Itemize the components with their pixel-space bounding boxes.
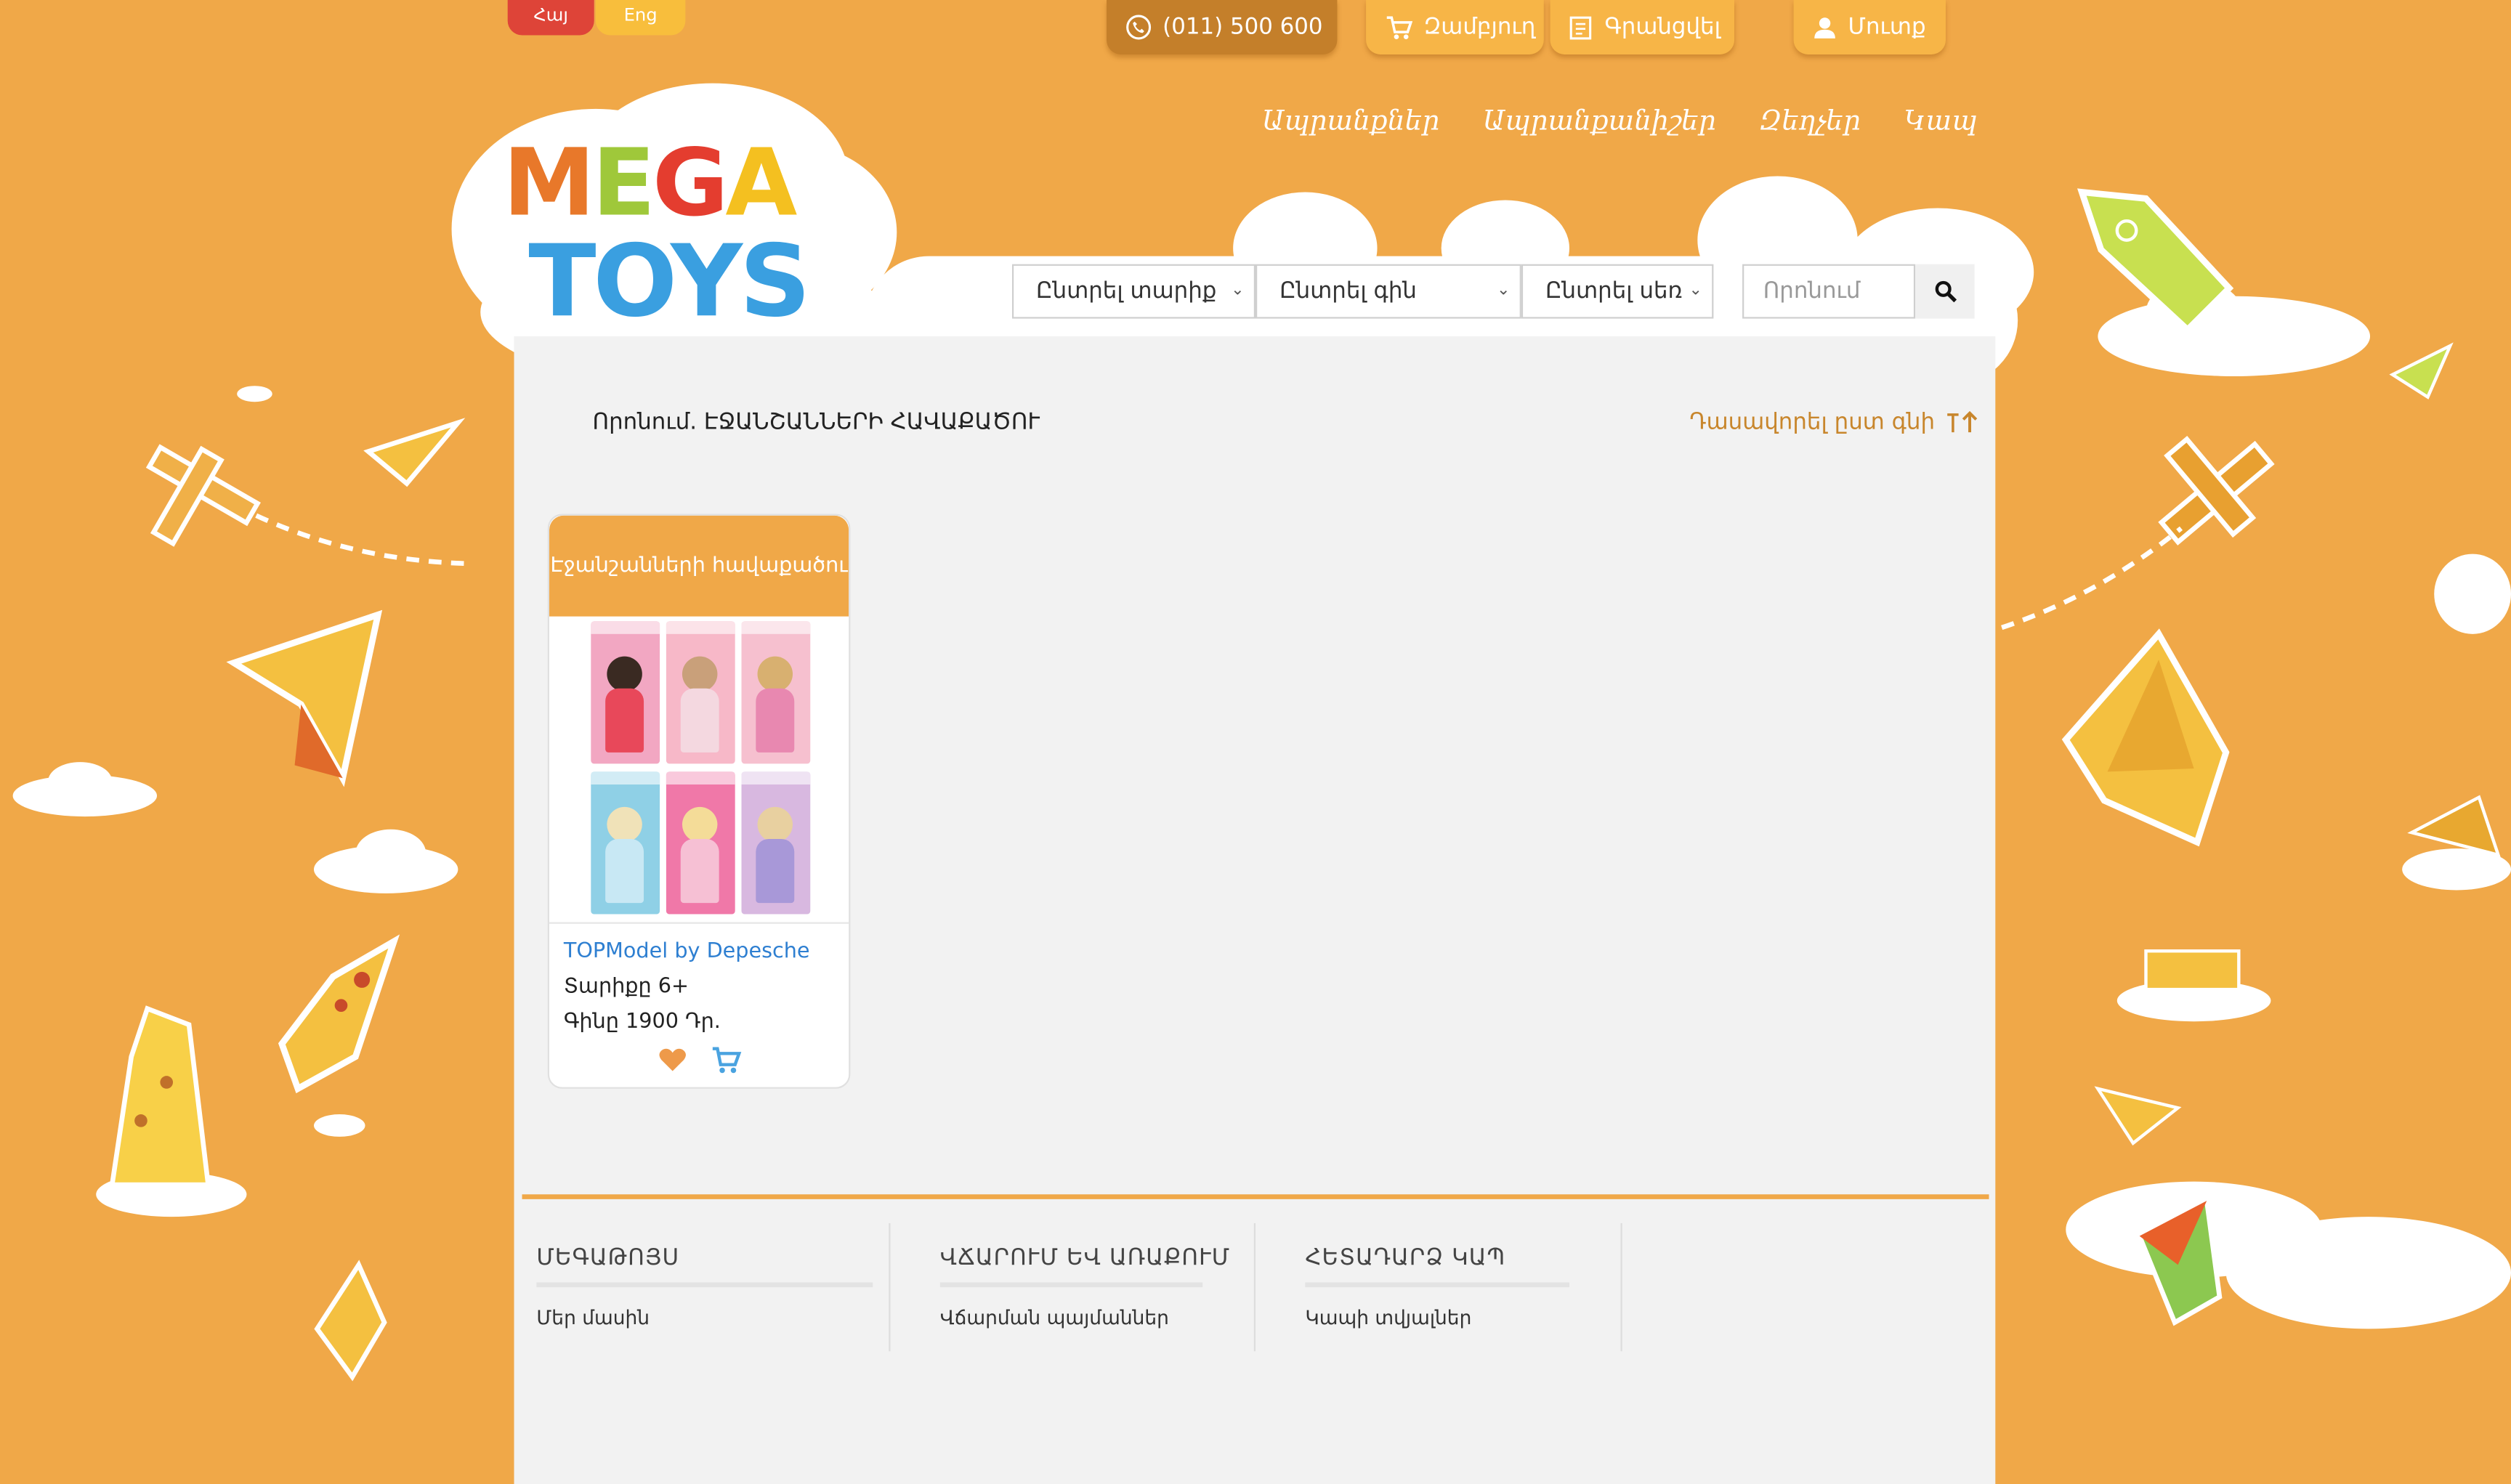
phone-icon: [1126, 15, 1152, 40]
sort-icon: [1947, 410, 1978, 433]
sort-label: Դասավորել ըստ գնի: [1689, 410, 1936, 436]
footer-link-contact-info[interactable]: Կապի տվյալներ: [1305, 1307, 1471, 1329]
lang-en-button[interactable]: Eng: [595, 0, 686, 36]
price-select[interactable]: Ընտրել գին ⌄: [1256, 264, 1521, 319]
search-input[interactable]: Որոնում: [1742, 264, 1916, 319]
page-title: Որոնում. ԷՋԱՆՇԱՆՆԵՐԻ ՀԱՎԱՔԱԾՈՒ: [592, 410, 1040, 436]
footer-link-about[interactable]: Մեր մասին: [536, 1307, 650, 1329]
green-rocket-icon: [2077, 188, 2234, 335]
airplane-right-icon: [2001, 436, 2275, 631]
cart-icon: [1386, 15, 1413, 38]
train-icon: [2144, 949, 2241, 992]
sort-by-price-button[interactable]: Դասավորել ըստ գնի: [1689, 410, 1979, 436]
chevron-down-icon: ⌄: [1496, 281, 1511, 300]
product-brand[interactable]: TOPModel by Depesche: [564, 940, 810, 964]
search-button[interactable]: [1915, 264, 1975, 319]
footer-col-divider: [1253, 1223, 1256, 1352]
nav-item-discounts[interactable]: Զեղչեր: [1759, 105, 1861, 137]
logo-toys: TOYS: [528, 222, 811, 340]
product-age: Տարիքը 6+: [563, 975, 690, 1000]
nav-item-brands[interactable]: Ապրանքանիշեր: [1483, 105, 1716, 137]
nav-item-contact[interactable]: Կապ: [1904, 105, 1977, 137]
search-icon: [1934, 280, 1956, 303]
gender-select[interactable]: Ընտրել սեռ ⌄: [1521, 264, 1714, 319]
kite-icon: [314, 1260, 387, 1382]
footer-col-megatoys-title: ՄԵԳԱԹՈՅՍ: [536, 1245, 680, 1272]
gender-select-value: Ընտրել սեռ: [1545, 278, 1683, 304]
footer-col-divider: [1620, 1223, 1622, 1352]
cart-label: Զամբյուղ: [1423, 14, 1536, 41]
login-label: Մուտք: [1848, 14, 1926, 41]
lang-hy-button[interactable]: Հայ: [507, 0, 594, 36]
footer-col-payment-title: ՎՃԱՐՈՒՄ ԵՎ ԱՌԱՔՈՒՄ: [939, 1245, 1231, 1272]
login-button[interactable]: Մուտք: [1793, 0, 1946, 54]
product-price: Գինը 1900 Դր.: [563, 1010, 721, 1034]
footer-underline: [536, 1282, 873, 1288]
footer-col-divider: [889, 1223, 891, 1352]
phone-button[interactable]: (011) 500 600: [1107, 0, 1338, 54]
chevron-down-icon: ⌄: [1231, 281, 1245, 300]
product-image[interactable]: [591, 621, 815, 916]
logo-mega: MEGA: [503, 128, 797, 238]
kite-right-icon: [2136, 1196, 2223, 1326]
rocket-icon: [278, 934, 400, 1094]
origami-bird-small-icon: [363, 418, 466, 487]
age-select-value: Ընտրել տարիք: [1036, 278, 1217, 304]
main-nav: Ապրանքներ Ապրանքանիշեր Զեղչեր Կապ: [1262, 105, 1978, 137]
card-separator: [549, 922, 849, 924]
product-card[interactable]: Էջանշանների հավաքածու TOPModel by Depesc…: [547, 514, 851, 1089]
footer-col-contact-title: ՀԵՏԱԴԱՐՁ ԿԱՊ: [1305, 1245, 1506, 1272]
cart-button[interactable]: Զամբյուղ: [1366, 0, 1544, 54]
footer-underline: [939, 1282, 1203, 1288]
heart-icon[interactable]: [658, 1047, 687, 1072]
footer-divider: [522, 1194, 1989, 1199]
site-logo[interactable]: MEGA TOYS: [500, 128, 871, 352]
product-title[interactable]: Էջանշանների հավաքածու: [549, 515, 849, 617]
chevron-down-icon: ⌄: [1689, 281, 1702, 300]
add-to-cart-icon[interactable]: [711, 1047, 742, 1074]
footer-link-payment-terms[interactable]: Վճարման պայմաններ: [940, 1307, 1169, 1329]
nav-item-products[interactable]: Ապրանքներ: [1262, 105, 1439, 137]
giraffe-icon: [109, 1005, 211, 1188]
register-label: Գրանցվել: [1604, 14, 1720, 41]
age-select[interactable]: Ընտրել տարիք ⌄: [1011, 264, 1256, 319]
phone-number: (011) 500 600: [1162, 14, 1323, 41]
footer-underline: [1305, 1282, 1570, 1288]
origami-bird-icon: [226, 609, 383, 787]
user-icon: [1814, 17, 1835, 38]
origami-bird-right-icon: [2061, 628, 2230, 847]
page: Հայ Eng (011) 500 600 Զամբյուղ Գրանցվել …: [0, 0, 2511, 1484]
register-button[interactable]: Գրանցվել: [1550, 0, 1735, 54]
price-select-value: Ընտրել գին: [1279, 278, 1417, 304]
register-icon: [1569, 15, 1592, 39]
